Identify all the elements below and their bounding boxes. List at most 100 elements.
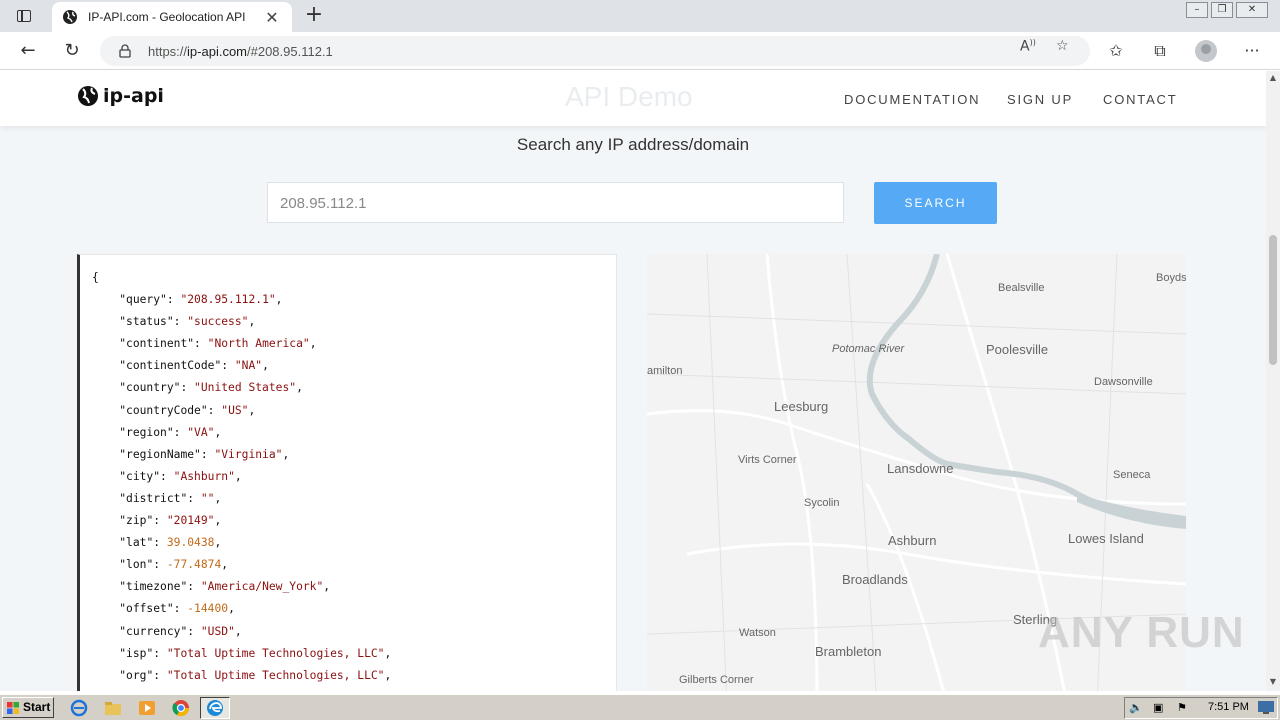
- browser-tab[interactable]: IP-API.com - Geolocation API ✕: [52, 2, 292, 32]
- chrome-icon[interactable]: [172, 699, 190, 717]
- json-value: "America/New_York": [200, 580, 324, 594]
- json-key: countryCode: [126, 403, 201, 417]
- json-line-city: "city": "Ashburn",: [119, 469, 242, 483]
- json-key: zip: [126, 514, 147, 528]
- page-scrollbar[interactable]: ▲ ▼: [1266, 71, 1280, 691]
- more-menu-icon[interactable]: ···: [1240, 40, 1264, 62]
- windows-flag-icon: [7, 702, 19, 714]
- json-line-continent: "continent": "North America",: [119, 337, 317, 351]
- json-value: "North America": [207, 337, 310, 351]
- json-key: continentCode: [126, 359, 215, 373]
- json-line-district: "district": "",: [119, 491, 222, 505]
- site-logo[interactable]: ip-api: [77, 85, 164, 107]
- volume-icon[interactable]: 🔈: [1129, 701, 1143, 714]
- scroll-up-icon[interactable]: ▲: [1266, 73, 1280, 85]
- json-value: "Virginia": [214, 447, 283, 461]
- json-line-continentCode: "continentCode": "NA",: [119, 359, 269, 373]
- json-value: "success": [187, 315, 249, 329]
- collections-icon[interactable]: ⧉: [1148, 40, 1172, 62]
- map-label-seneca: Seneca: [1113, 469, 1151, 481]
- json-key: city: [126, 469, 154, 483]
- read-aloud-icon[interactable]: A)): [1020, 38, 1036, 55]
- json-line-org: "org": "Total Uptime Technologies, LLC",: [119, 668, 392, 682]
- address-bar[interactable]: https://ip-api.com/#208.95.112.1: [100, 36, 1090, 66]
- start-button[interactable]: Start: [2, 697, 54, 718]
- map-label-broadlands: Broadlands: [842, 572, 908, 587]
- json-key: isp: [126, 646, 147, 660]
- json-line-status: "status": "success",: [119, 315, 256, 329]
- tab-actions-icon[interactable]: [10, 6, 38, 26]
- windows-taskbar: Start 🔈 ▣ ⚑ 7:51 PM: [0, 694, 1280, 720]
- json-line-lat: "lat": 39.0438,: [119, 536, 222, 550]
- minimize-icon[interactable]: –: [1186, 2, 1208, 18]
- scroll-thumb[interactable]: [1269, 235, 1277, 365]
- map-label-watson: Watson: [739, 627, 776, 639]
- globe-icon: [78, 86, 98, 106]
- window-controls: – ❐ ✕: [1183, 2, 1268, 18]
- map-label-bealsville: Bealsville: [998, 282, 1045, 294]
- anyrun-watermark: ANY RUN: [1038, 608, 1245, 657]
- browser-toolbar: ← ↻ https://ip-api.com/#208.95.112.1 A))…: [0, 32, 1280, 70]
- json-line-timezone: "timezone": "America/New_York",: [119, 580, 331, 594]
- page-content: ip-api API Demo DOCUMENTATION SIGN UP CO…: [0, 71, 1266, 691]
- url-host: ip-api.com: [187, 43, 247, 59]
- media-player-icon[interactable]: [138, 699, 156, 717]
- map-label-boyds: Boyds: [1156, 272, 1186, 284]
- taskbar-clock: 7:51 PM: [1208, 701, 1249, 713]
- ip-api-favicon-icon: [63, 10, 77, 24]
- json-value: 39.0438: [166, 536, 215, 550]
- json-line-query: "query": "208.95.112.1",: [119, 293, 283, 307]
- folder-icon[interactable]: [104, 699, 122, 717]
- start-label: Start: [23, 700, 51, 714]
- json-key: org: [126, 668, 147, 682]
- search-button[interactable]: SEARCH: [874, 182, 997, 224]
- json-value: "US": [221, 403, 249, 417]
- json-key: status: [126, 315, 167, 329]
- favorites-icon[interactable]: ✩: [1104, 40, 1128, 62]
- profile-avatar[interactable]: [1195, 40, 1217, 62]
- tab-close-icon[interactable]: ✕: [262, 8, 282, 27]
- json-value: "Ashburn": [173, 469, 235, 483]
- add-favorite-icon[interactable]: ☆: [1056, 38, 1069, 54]
- json-lines: "query": "208.95.112.1", "status": "succ…: [92, 289, 616, 687]
- back-icon[interactable]: ←: [16, 40, 40, 62]
- edge-taskbar-button[interactable]: [200, 697, 230, 719]
- map-label-poolesville: Poolesville: [986, 342, 1049, 357]
- json-value: "VA": [187, 425, 215, 439]
- map-label-leesburg: Leesburg: [774, 399, 829, 414]
- map-label-lansdowne: Lansdowne: [887, 461, 954, 476]
- json-key: regionName: [126, 447, 195, 461]
- refresh-icon[interactable]: ↻: [60, 40, 84, 62]
- json-line-country: "country": "United States",: [119, 381, 303, 395]
- json-line-lon: "lon": -77.4874,: [119, 558, 229, 572]
- window-close-icon[interactable]: ✕: [1236, 2, 1268, 18]
- network-icon[interactable]: ▣: [1153, 701, 1163, 714]
- system-tray: 🔈 ▣ ⚑: [1124, 697, 1278, 719]
- ie-icon[interactable]: [70, 699, 88, 717]
- json-key: query: [126, 293, 161, 307]
- json-value: "NA": [234, 359, 263, 373]
- map-label-sycolin: Sycolin: [804, 497, 840, 509]
- new-tab-icon[interactable]: +: [302, 4, 326, 28]
- map-label-virts-corner: Virts Corner: [738, 454, 797, 466]
- json-value: "Total Uptime Technologies, LLC": [166, 646, 385, 660]
- show-desktop-icon[interactable]: [1258, 701, 1274, 714]
- logo-text: ip-api: [103, 85, 164, 107]
- json-key: offset: [126, 602, 167, 616]
- flag-tray-icon[interactable]: ⚑: [1177, 701, 1187, 714]
- json-line-currency: "currency": "USD",: [119, 624, 242, 638]
- ip-search-input[interactable]: 208.95.112.1: [267, 182, 844, 223]
- json-key: currency: [126, 624, 181, 638]
- json-value: "Total Uptime Technologies, LLC": [166, 668, 385, 682]
- maximize-icon[interactable]: ❐: [1211, 2, 1233, 18]
- map-label-brambleton: Brambleton: [815, 644, 882, 659]
- json-key: country: [126, 381, 174, 395]
- json-value: "": [200, 491, 215, 505]
- nav-sign-up[interactable]: SIGN UP: [1007, 92, 1073, 107]
- nav-documentation[interactable]: DOCUMENTATION: [844, 92, 980, 107]
- map-label-ashburn: Ashburn: [888, 533, 937, 548]
- scroll-down-icon[interactable]: ▼: [1266, 677, 1280, 689]
- nav-contact[interactable]: CONTACT: [1103, 92, 1177, 107]
- url-text: https://ip-api.com/#208.95.112.1: [148, 44, 333, 59]
- browser-tab-bar: IP-API.com - Geolocation API ✕ + – ❐ ✕: [0, 0, 1280, 32]
